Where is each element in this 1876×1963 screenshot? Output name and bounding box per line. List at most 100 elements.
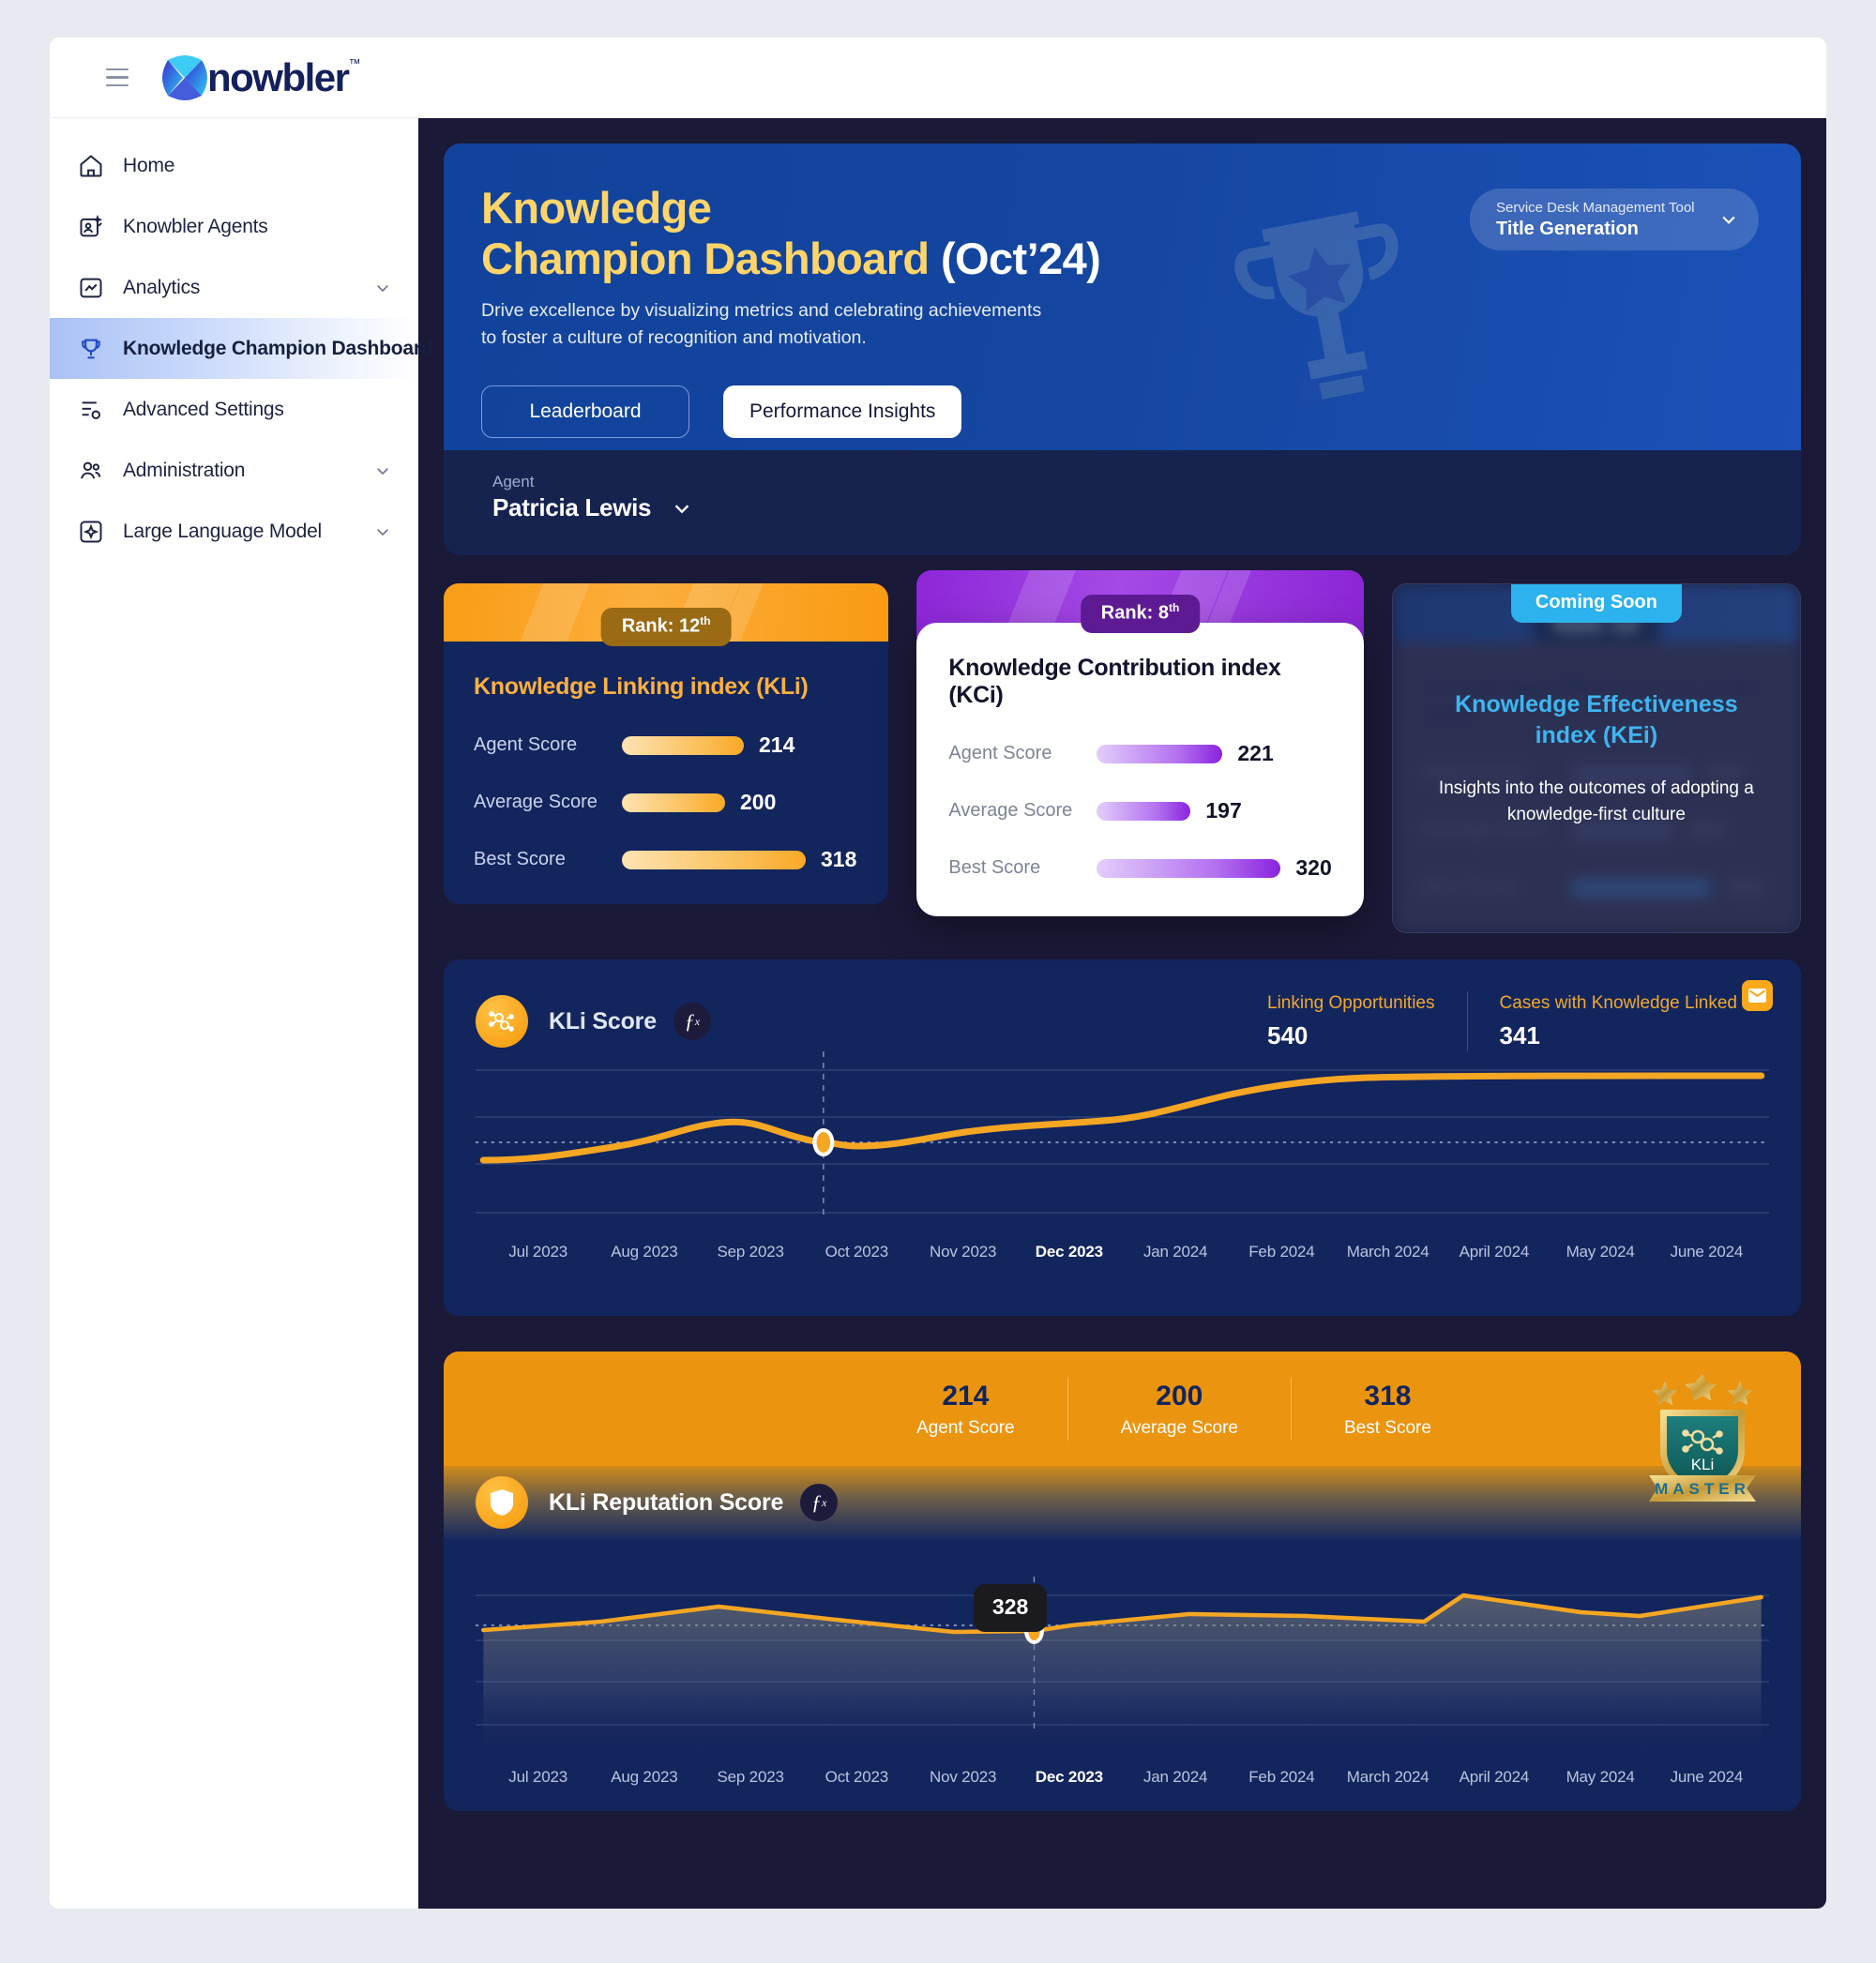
tab-leaderboard[interactable]: Leaderboard: [481, 385, 689, 438]
brand-name: nowbler: [207, 54, 350, 99]
chevron-down-icon[interactable]: [374, 462, 391, 479]
stat-linking-opportunities: Linking Opportunities 540: [1235, 991, 1468, 1051]
tool-select-dropdown[interactable]: Service Desk Management Tool Title Gener…: [1470, 189, 1759, 250]
reputation-stats-bar: 214 Agent Score 200 Average Score 318 Be…: [444, 1351, 1801, 1502]
reputation-stat-average-score: 200 Average Score: [1067, 1377, 1291, 1441]
hero-banner: Knowledge Champion Dashboard (Oct’24) Dr…: [444, 143, 1801, 467]
knowledge-link-glyph: [489, 1011, 514, 1032]
card-body: Knowledge Linking index (KLi) Agent Scor…: [444, 642, 889, 904]
brand-logo[interactable]: nowbler ™: [160, 54, 361, 101]
sidebar-item-analytics[interactable]: Analytics: [50, 257, 417, 318]
title-period: (Oct’24): [940, 234, 1101, 283]
brand-tm: ™: [348, 55, 361, 70]
x-tick: Oct 2023: [825, 1243, 889, 1261]
score-row: Average Score 200: [474, 790, 856, 815]
x-tick: Feb 2024: [1248, 1768, 1315, 1786]
stat-label: Agent Score: [916, 1417, 1015, 1438]
x-tick: March 2024: [1346, 1243, 1430, 1261]
kli-chart-svg: [476, 1051, 1769, 1220]
x-tick: Jan 2024: [1142, 1768, 1208, 1786]
agent-filter-dropdown[interactable]: Patricia Lewis: [492, 493, 1801, 522]
kli-reputation-panel: 214 Agent Score 200 Average Score 318 Be…: [444, 1351, 1801, 1811]
chevron-down-icon[interactable]: [672, 498, 692, 519]
score-value: 197: [1205, 798, 1242, 823]
fx-icon[interactable]: ƒx: [800, 1484, 839, 1521]
chevron-down-icon[interactable]: [374, 279, 391, 296]
menu-toggle-icon[interactable]: [106, 68, 129, 87]
sidebar: Home Knowbler Agents Analytics Knowledge…: [50, 118, 433, 1909]
kei-title: Knowledge Effectiveness index (KEi): [1455, 690, 1738, 748]
sidebar-item-advanced-settings[interactable]: Advanced Settings: [50, 379, 417, 440]
x-tick: Feb 2024: [1248, 1243, 1315, 1261]
shield-icon: [476, 1476, 528, 1529]
kli-chart-x-axis: Jul 2023 Aug 2023 Sep 2023 Oct 2023 Nov …: [476, 1243, 1769, 1261]
stat-value: 200: [1156, 1380, 1203, 1412]
stat-label: Linking Opportunities: [1267, 993, 1435, 1013]
sidebar-item-large-language-model[interactable]: Large Language Model: [50, 501, 417, 562]
reputation-stat-best-score: 318 Best Score: [1290, 1377, 1484, 1441]
title-line-2: Champion Dashboard: [481, 234, 930, 283]
panel-stats: Linking Opportunities 540 Cases with Kno…: [1235, 991, 1769, 1051]
coming-soon-overlay: Knowledge Effectiveness index (KEi) Insi…: [1393, 584, 1800, 932]
index-card-row: Rank: 12th Knowledge Linking index (KLi)…: [444, 570, 1801, 933]
x-tick: May 2024: [1566, 1243, 1635, 1261]
index-card-kli: Rank: 12th Knowledge Linking index (KLi)…: [444, 583, 889, 904]
envelope-icon[interactable]: [1742, 980, 1773, 1011]
kli-master-badge-glyph: KLi MASTER: [1649, 1374, 1756, 1502]
stat-value: 341: [1499, 1021, 1540, 1049]
tab-performance-insights[interactable]: Performance Insights: [723, 385, 962, 438]
sidebar-item-label: Knowledge Champion Dashboard: [123, 337, 433, 359]
main-content: Knowledge Champion Dashboard (Oct’24) Dr…: [418, 118, 1826, 1909]
fx-icon[interactable]: ƒx: [673, 1003, 711, 1040]
knowbler-logo-icon: [162, 54, 207, 100]
rank-suffix: th: [700, 614, 711, 627]
reputation-chart-svg: [476, 1577, 1769, 1759]
agent-filter-value: Patricia Lewis: [492, 493, 652, 521]
sidebar-item-home[interactable]: Home: [50, 135, 417, 196]
knowledge-link-icon: [476, 995, 528, 1048]
page-subtitle: Drive excellence by visualizing metrics …: [481, 300, 1042, 348]
reputation-chart-x-axis: Jul 2023 Aug 2023 Sep 2023 Oct 2023 Nov …: [476, 1768, 1769, 1787]
trophy-icon: [82, 339, 100, 358]
panel-title: KLi Score: [549, 1007, 657, 1034]
x-tick: June 2024: [1670, 1768, 1744, 1786]
score-label: Agent Score: [948, 743, 1052, 763]
chevron-down-icon[interactable]: [1719, 210, 1738, 229]
index-card-kci: Rank: 8th Knowledge Contribution index (…: [916, 570, 1364, 916]
score-label: Average Score: [474, 792, 598, 812]
envelope-glyph: [1748, 989, 1766, 1003]
chevron-down-icon[interactable]: [374, 523, 391, 540]
x-tick: Jan 2024: [1142, 1243, 1208, 1261]
tool-select-caption: Service Desk Management Tool: [1496, 199, 1695, 216]
x-tick: Oct 2023: [825, 1768, 889, 1786]
kli-score-panel: KLi Score ƒx Linking Opportunities 540 C…: [444, 959, 1801, 1316]
score-value: 320: [1295, 855, 1332, 880]
badge-ribbon: MASTER: [1655, 1480, 1750, 1498]
settings-list-icon: [82, 400, 100, 419]
kli-master-shield-icon: KLi MASTER: [1642, 1365, 1763, 1510]
stat-label: Average Score: [1120, 1417, 1238, 1438]
score-row: Average Score 197: [948, 798, 1331, 823]
score-bar: [1097, 744, 1223, 763]
coming-soon-badge: Coming Soon: [1510, 584, 1682, 623]
stat-value: 214: [942, 1380, 990, 1412]
sidebar-item-label: Advanced Settings: [123, 398, 284, 420]
sidebar-item-administration[interactable]: Administration: [50, 440, 417, 501]
agent-filter-bar: Agent Patricia Lewis: [444, 450, 1801, 555]
score-row: Agent Score 221: [948, 741, 1331, 766]
stat-cases-with-knowledge-linked: Cases with Knowledge Linked 341: [1468, 991, 1770, 1051]
score-value: 214: [759, 732, 795, 757]
rank-badge: Rank: 8th: [1080, 595, 1201, 633]
banner-tabs: Leaderboard Performance Insights: [481, 385, 1801, 438]
score-value: 200: [740, 790, 777, 814]
agent-card-icon: [80, 214, 103, 236]
score-label: Average Score: [948, 800, 1073, 821]
score-row: Best Score 318: [474, 847, 856, 872]
top-bar: nowbler ™: [50, 38, 1826, 118]
sidebar-item-knowbler-agents[interactable]: Knowbler Agents: [50, 196, 417, 257]
shield-glyph: [491, 1489, 513, 1516]
sidebar-item-knowledge-champion-dashboard[interactable]: Knowledge Champion Dashboard: [50, 318, 433, 379]
card-title: Knowledge Contribution index (KCi): [948, 655, 1281, 708]
app-window: nowbler ™ Home Knowbler Agents Analytics…: [50, 38, 1826, 1909]
score-bar: [622, 735, 744, 755]
